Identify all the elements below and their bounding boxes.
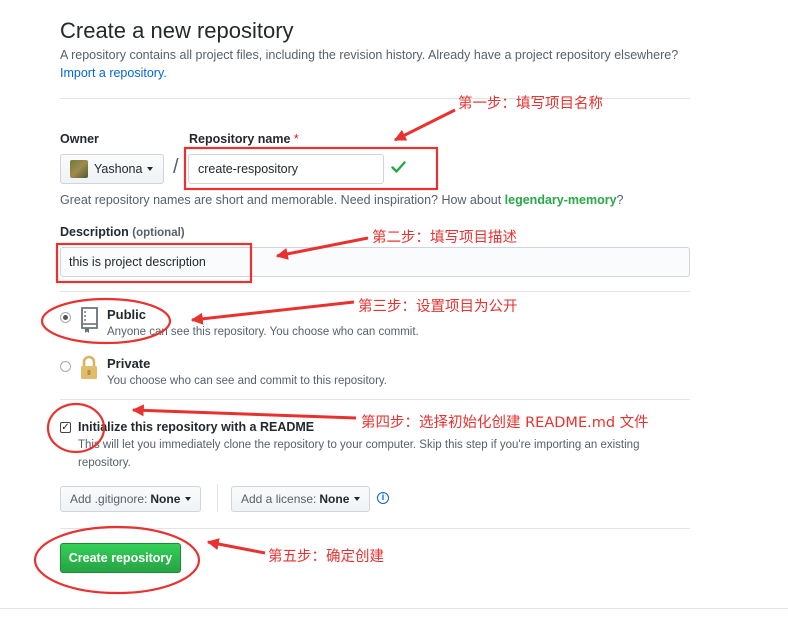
chevron-down-icon: [147, 167, 154, 171]
annotation-step1: 第一步：填写项目名称: [458, 96, 603, 112]
owner-value: Yashona: [94, 162, 143, 176]
license-value: None: [319, 492, 350, 506]
annotation-step5: 第五步：确定创建: [268, 549, 384, 565]
repo-icon: [81, 307, 98, 333]
arrow-step1: [393, 108, 456, 142]
import-repository-link[interactable]: Import a repository.: [60, 66, 167, 80]
readme-checkbox[interactable]: ✓: [60, 422, 71, 433]
name-hint-suffix: ?: [616, 193, 624, 207]
owner-select[interactable]: Yashona: [60, 154, 164, 184]
divider: [60, 399, 690, 400]
repository-name-input[interactable]: create-respository: [188, 154, 384, 184]
private-title: Private: [107, 356, 151, 371]
annotation-step2: 第二步：填写项目描述: [372, 230, 517, 246]
license-select[interactable]: Add a license: None: [231, 486, 371, 512]
vertical-divider: [217, 484, 218, 512]
readme-description-line1: This will let you immediately clone the …: [78, 439, 640, 451]
lock-icon: [81, 355, 97, 379]
public-radio[interactable]: [60, 312, 71, 323]
description-label-text: Description: [60, 225, 129, 239]
public-title: Public: [107, 307, 147, 322]
divider: [60, 291, 690, 292]
owner-label: Owner: [60, 132, 99, 146]
page-title: Create a new repository: [60, 18, 294, 43]
required-mark: *: [293, 132, 299, 146]
annotation-step4: 第四步：选择初始化创建 README.md 文件: [361, 415, 649, 431]
chevron-down-icon: [354, 497, 361, 501]
description-input[interactable]: this is project description: [60, 247, 690, 277]
license-label: Add a license:: [241, 492, 317, 506]
readme-description-line2: repository.: [78, 457, 131, 469]
arrow-step4: [131, 404, 357, 420]
create-repository-button[interactable]: Create repository: [60, 543, 181, 573]
gitignore-select[interactable]: Add .gitignore: None: [60, 486, 202, 512]
footer-divider: [0, 608, 788, 609]
name-hint: Great repository names are short and mem…: [60, 193, 623, 207]
public-description: Anyone can see this repository. You choo…: [107, 326, 419, 338]
arrow-step3: [190, 300, 355, 325]
private-radio[interactable]: [60, 361, 71, 372]
check-icon: [391, 161, 406, 173]
readme-label: Initialize this repository with a README: [78, 420, 315, 434]
repository-name-label: Repository name *: [189, 132, 299, 146]
divider: [60, 528, 690, 529]
optional-tag: (optional): [132, 227, 185, 239]
gitignore-value: None: [150, 492, 181, 506]
name-suggestion[interactable]: legendary-memory: [505, 193, 617, 207]
page-subtitle: A repository contains all project files,…: [60, 48, 679, 62]
private-description: You choose who can see and commit to thi…: [107, 375, 387, 387]
description-label: Description (optional): [60, 225, 185, 239]
info-icon[interactable]: i: [377, 492, 389, 504]
annotation-step3: 第三步：设置项目为公开: [358, 299, 518, 315]
chevron-down-icon: [185, 497, 192, 501]
gitignore-label: Add .gitignore:: [70, 492, 148, 506]
name-hint-prefix: Great repository names are short and mem…: [60, 193, 505, 207]
arrow-step5: [206, 538, 266, 555]
repository-name-label-text: Repository name: [189, 132, 291, 146]
avatar: [70, 160, 88, 178]
owner-repo-separator: /: [173, 156, 179, 178]
